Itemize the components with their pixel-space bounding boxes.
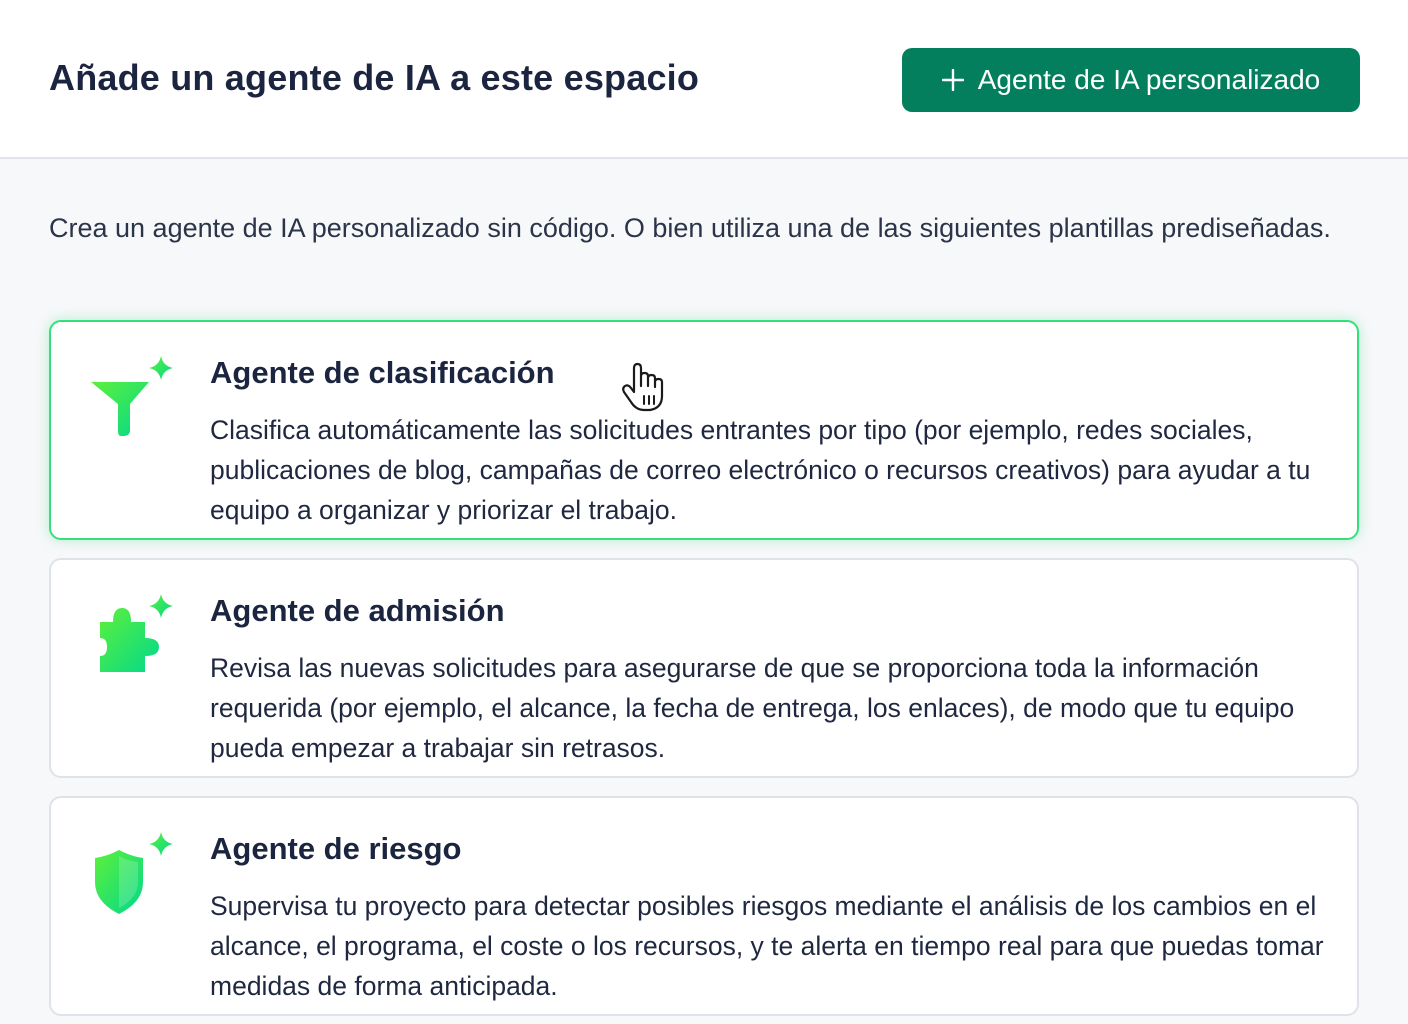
- card-description: Revisa las nuevas solicitudes para asegu…: [210, 653, 1295, 763]
- card-title: Agente de riesgo: [210, 831, 462, 866]
- shield-sparkle-icon: [95, 832, 173, 914]
- card-description: Clasifica automáticamente las solicitude…: [210, 415, 1311, 525]
- agent-card-intake[interactable]: Agente de admisión Revisa las nuevas sol…: [49, 558, 1359, 778]
- header: Añade un agente de IA a este espacio Age…: [0, 0, 1408, 159]
- agent-card-classification[interactable]: Agente de clasificación Clasifica automá…: [49, 320, 1359, 540]
- page-title: Añade un agente de IA a este espacio: [49, 57, 700, 98]
- add-custom-agent-label: Agente de IA personalizado: [977, 64, 1321, 95]
- add-custom-agent-button[interactable]: Agente de IA personalizado: [902, 48, 1360, 112]
- plus-icon: [941, 69, 964, 91]
- card-title: Agente de admisión: [210, 593, 505, 628]
- puzzle-sparkle-icon: [100, 594, 173, 672]
- card-title: Agente de clasificación: [210, 355, 555, 390]
- card-description: Supervisa tu proyecto para detectar posi…: [210, 891, 1324, 1001]
- agent-card-risk[interactable]: Agente de riesgo Supervisa tu proyecto p…: [49, 796, 1359, 1016]
- funnel-sparkle-icon: [91, 356, 173, 436]
- intro-text: Crea un agente de IA personalizado sin c…: [49, 213, 1331, 243]
